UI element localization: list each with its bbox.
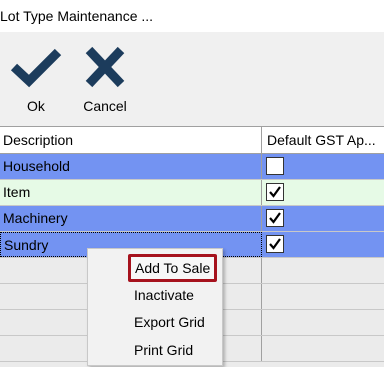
menu-item-print-grid[interactable]: Print Grid [134, 340, 193, 360]
menu-item-add-to-sale[interactable]: Add To Sale [128, 254, 218, 282]
checkmark-icon [10, 48, 62, 88]
gst-cell [262, 206, 384, 231]
gst-checkbox[interactable] [266, 209, 284, 227]
column-header-description[interactable]: Description [0, 127, 262, 153]
ok-button[interactable]: Ok [4, 40, 68, 122]
context-menu: Add To Sale Inactivate Export Grid Print… [87, 248, 223, 366]
x-icon [85, 46, 125, 88]
cancel-button[interactable]: Cancel [73, 40, 137, 122]
gst-checkbox[interactable] [266, 157, 284, 175]
check-mark-icon [269, 186, 281, 198]
check-mark-icon [269, 238, 281, 250]
gst-checkbox[interactable] [266, 235, 284, 253]
toolbar: Ok Cancel [0, 32, 384, 126]
table-row[interactable]: Machinery [0, 206, 384, 232]
gst-cell [262, 180, 384, 205]
gst-checkbox[interactable] [266, 183, 284, 201]
cancel-label: Cancel [83, 98, 127, 114]
gst-cell [262, 232, 384, 257]
menu-item-inactivate[interactable]: Inactivate [134, 285, 194, 305]
ok-label: Ok [27, 98, 45, 114]
menu-item-export-grid[interactable]: Export Grid [134, 312, 205, 332]
description-cell[interactable]: Household [0, 154, 262, 179]
description-cell[interactable]: Item [0, 180, 262, 205]
table-row[interactable]: Household [0, 154, 384, 180]
grid-header: Description Default GST Ap... [0, 127, 384, 154]
description-cell[interactable]: Machinery [0, 206, 262, 231]
column-header-default-gst[interactable]: Default GST Ap... [263, 127, 384, 153]
title-bar: Lot Type Maintenance ... [0, 0, 384, 32]
gst-cell [262, 154, 384, 179]
check-mark-icon [269, 212, 281, 224]
window-title: Lot Type Maintenance ... [0, 8, 154, 24]
table-row[interactable]: Item [0, 180, 384, 206]
